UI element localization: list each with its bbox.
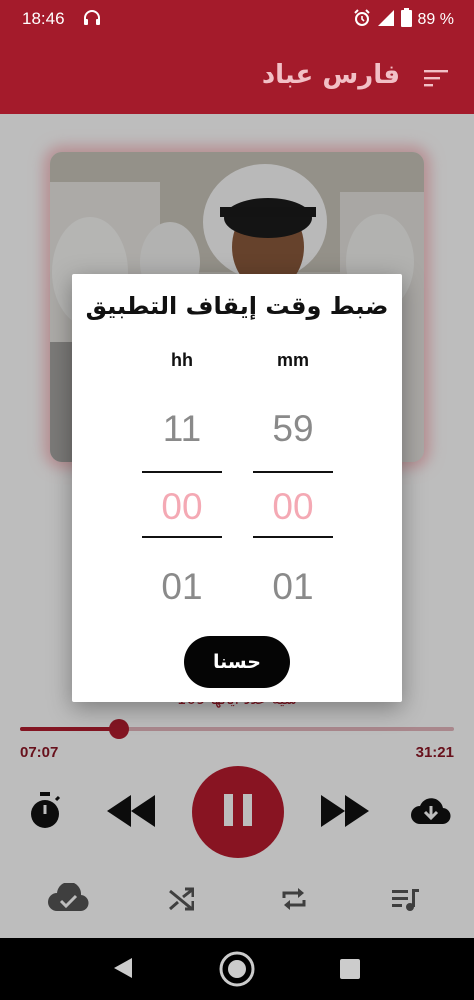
battery-icon	[400, 8, 412, 32]
alarm-icon	[353, 8, 371, 32]
sort-menu-icon[interactable]	[424, 68, 448, 92]
status-bar: 18:46 89 %	[0, 0, 474, 40]
battery-percent: 89 %	[417, 11, 454, 28]
minutes-next[interactable]: 01	[253, 566, 333, 608]
hours-divider-top	[142, 471, 222, 473]
ok-button[interactable]: حسنا	[184, 636, 290, 688]
hours-next[interactable]: 01	[142, 566, 222, 608]
minutes-prev[interactable]: 59	[253, 408, 333, 450]
status-time: 18:46	[22, 9, 65, 28]
hours-selected[interactable]: 00	[142, 486, 222, 528]
hours-divider-bottom	[142, 536, 222, 538]
nav-home-icon[interactable]	[219, 951, 255, 991]
system-nav-bar	[0, 938, 474, 1000]
sleep-timer-dialog: ضبط وقت إيقاف التطبيق hh mm 11 00 01 59 …	[72, 274, 402, 702]
minutes-selected[interactable]: 00	[253, 486, 333, 528]
minutes-divider-top	[253, 471, 333, 473]
hours-label: hh	[171, 350, 193, 370]
hours-prev[interactable]: 11	[142, 408, 222, 450]
minutes-divider-bottom	[253, 536, 333, 538]
signal-icon	[377, 9, 395, 32]
dialog-title: ضبط وقت إيقاف التطبيق	[85, 292, 389, 320]
app-bar: فارس عباد	[0, 40, 474, 114]
app-title: فارس عباد	[261, 60, 400, 90]
nav-back-icon[interactable]	[112, 957, 134, 983]
minutes-label: mm	[276, 350, 309, 370]
nav-recents-icon[interactable]	[340, 959, 360, 983]
headphones-icon	[82, 8, 102, 32]
